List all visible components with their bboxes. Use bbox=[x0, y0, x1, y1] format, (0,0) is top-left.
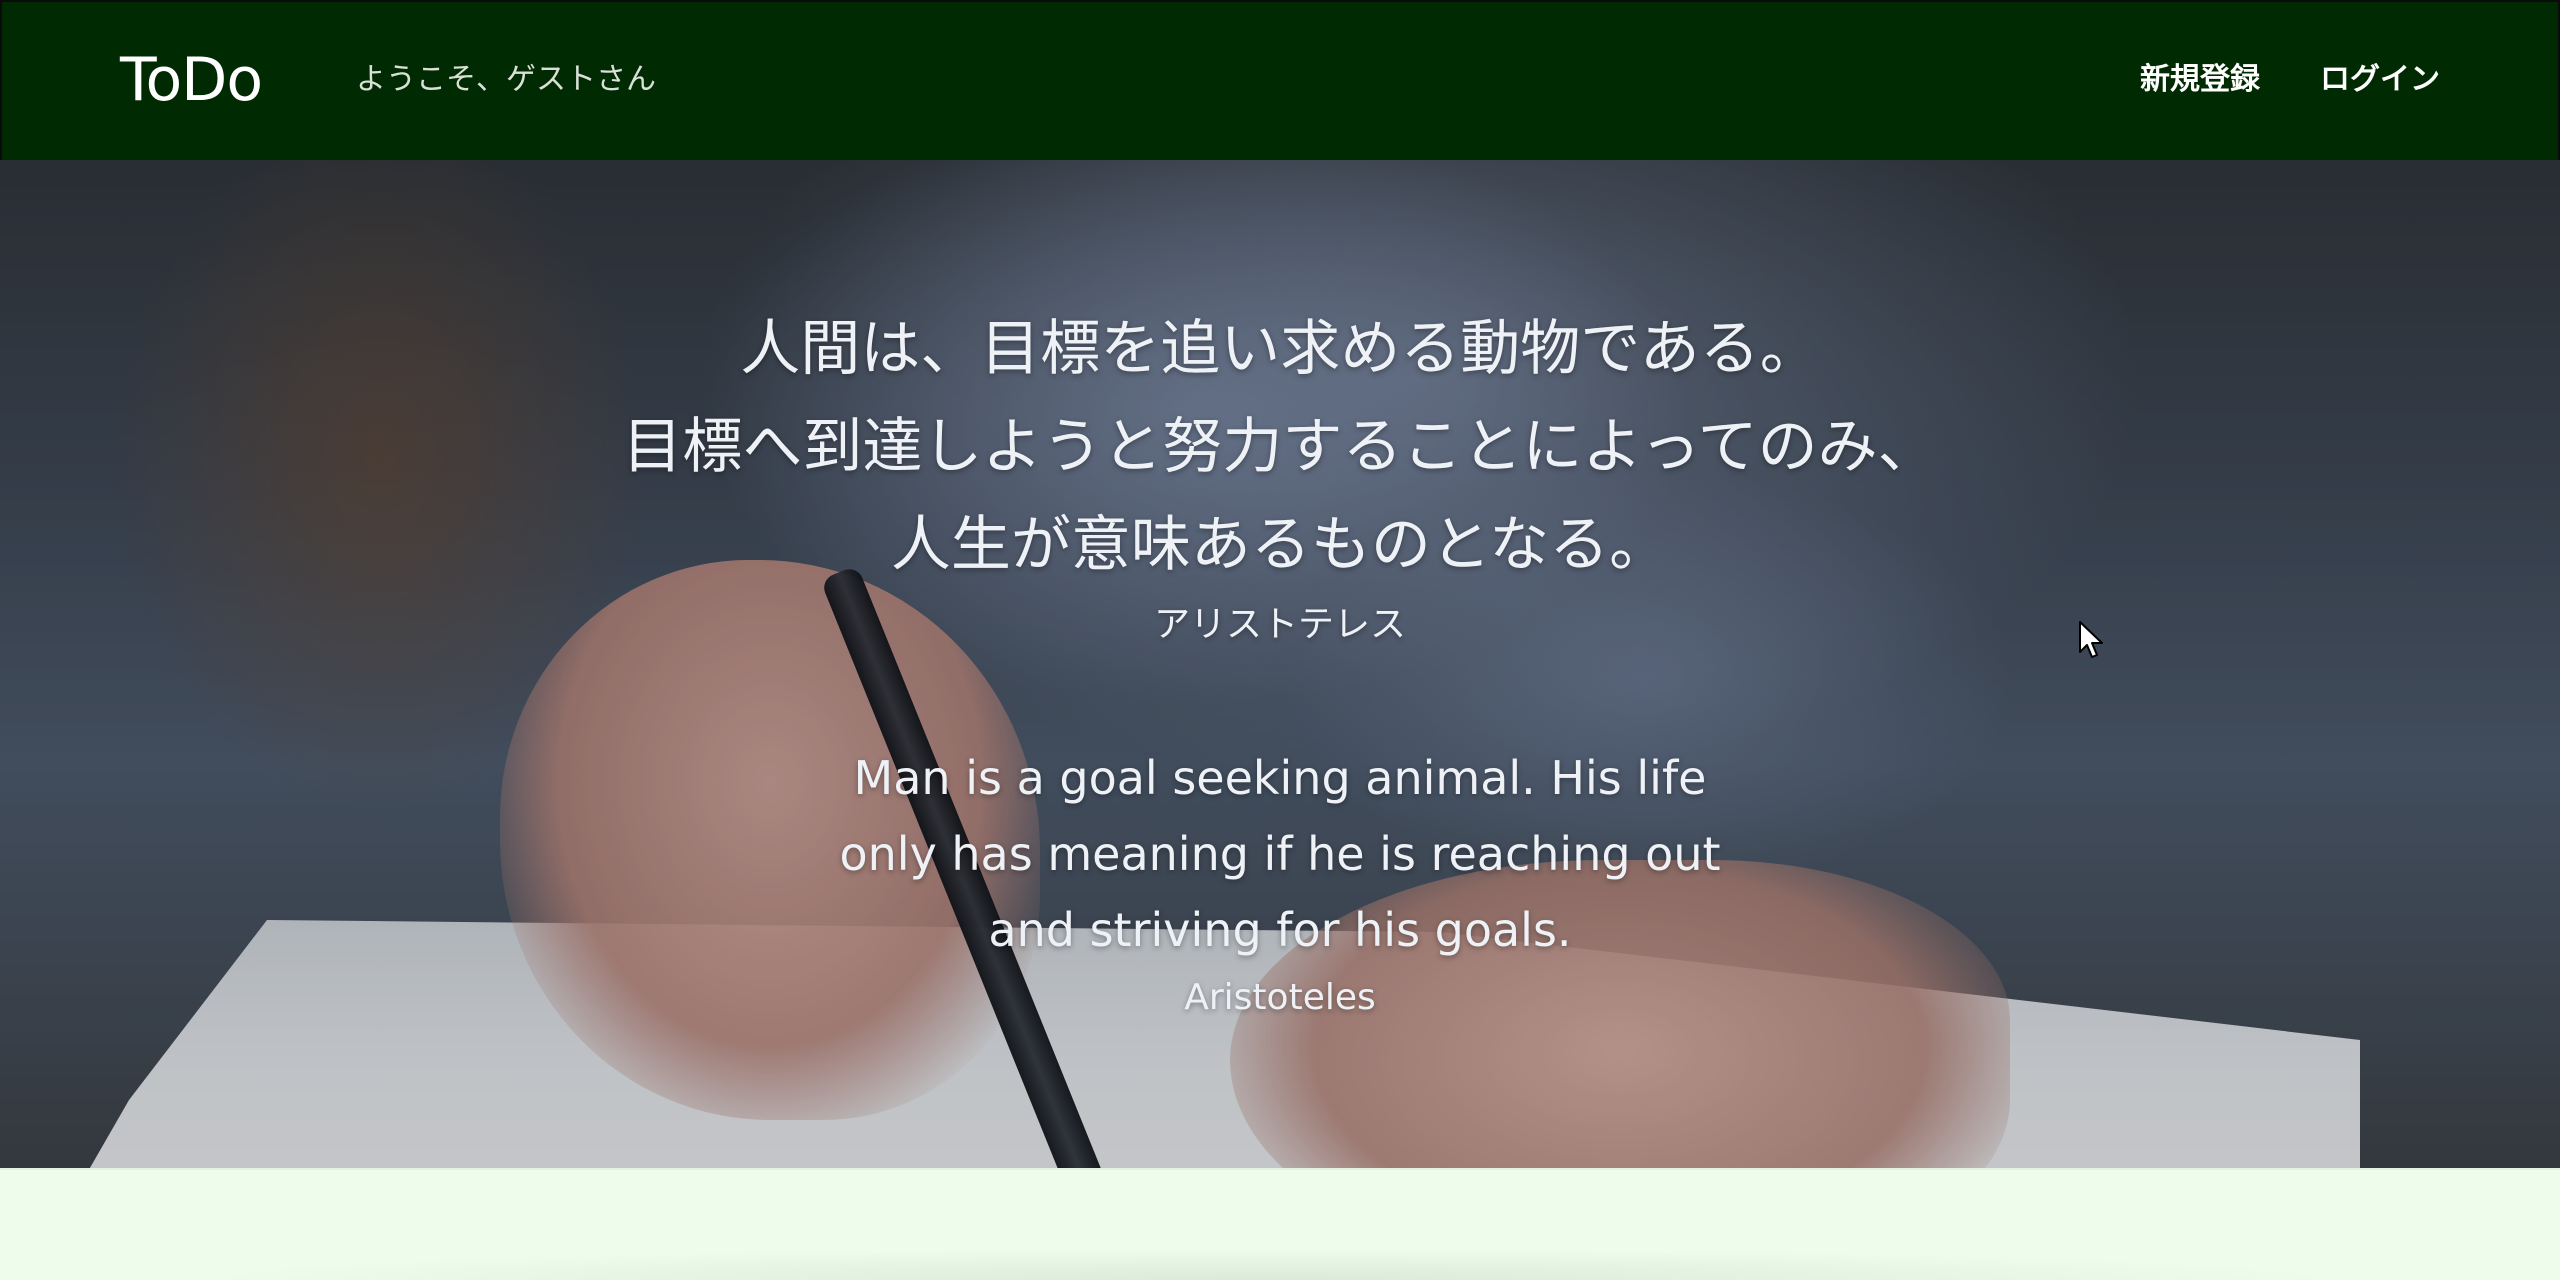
top-nav: 新規登録 ログイン bbox=[2140, 60, 2440, 100]
brand-logo[interactable]: ToDo bbox=[120, 44, 263, 116]
app-window: ToDo ようこそ、ゲストさん 新規登録 ログイン 人間は、目標を追い求める動物… bbox=[0, 0, 2560, 1280]
quote-english-line: Man is a goal seeking animal. His life bbox=[853, 751, 1707, 805]
quote-english-line: and striving for his goals. bbox=[988, 903, 1572, 957]
welcome-message: ようこそ、ゲストさん bbox=[356, 62, 656, 97]
quote-author-japanese: アリストテレス bbox=[1153, 604, 1406, 645]
quote-english: Man is a goal seeking animal. His life o… bbox=[0, 740, 2560, 968]
quote-author-english: Aristoteles bbox=[1184, 977, 1376, 1018]
quote-japanese: 人間は、目標を追い求める動物である。 目標へ到達しようと努力することによってのみ… bbox=[0, 300, 2560, 594]
content-shadow bbox=[180, 1248, 2360, 1280]
mouse-pointer-icon bbox=[2079, 621, 2103, 658]
quote-japanese-line: 人生が意味あるものとなる。 bbox=[890, 510, 1670, 580]
hero-banner: 人間は、目標を追い求める動物である。 目標へ到達しようと努力することによってのみ… bbox=[0, 160, 2560, 1168]
top-navbar: ToDo ようこそ、ゲストさん 新規登録 ログイン bbox=[0, 0, 2560, 160]
quote-japanese-line: 人間は、目標を追い求める動物である。 bbox=[740, 314, 1820, 384]
signup-link[interactable]: 新規登録 bbox=[2140, 60, 2260, 100]
quote-english-line: only has meaning if he is reaching out bbox=[839, 827, 1721, 881]
quote-japanese-line: 目標へ到達しようと努力することによってのみ、 bbox=[622, 412, 1938, 482]
login-link[interactable]: ログイン bbox=[2320, 60, 2440, 100]
